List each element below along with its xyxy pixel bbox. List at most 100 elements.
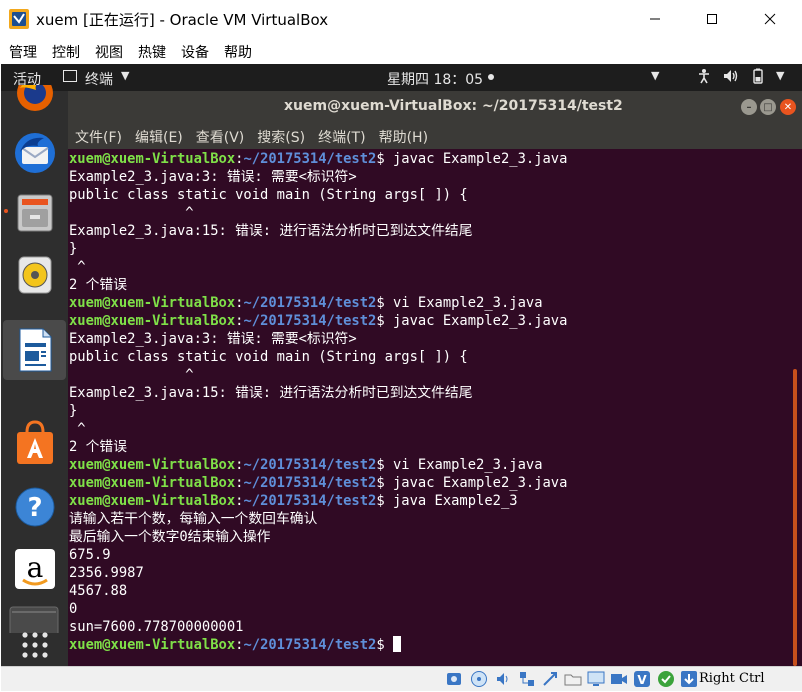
window-titlebar[interactable]: xuem [正在运行] - Oracle VM VirtualBox	[0, 0, 802, 38]
prompt-path: ~/20175314/test2	[243, 493, 377, 509]
sound-icon[interactable]	[722, 68, 740, 88]
app-menu-label[interactable]: 终端	[85, 69, 113, 89]
prompt-symbol: $	[376, 637, 393, 653]
prompt-path: ~/20175314/test2	[243, 475, 377, 491]
terminal-output-line: }	[69, 402, 567, 420]
terminal-app-icon	[63, 70, 77, 82]
menu-help[interactable]: 帮助	[224, 38, 252, 64]
files-icon[interactable]	[9, 187, 61, 239]
prompt-command: vi Example2_3.java	[392, 457, 543, 473]
output-text: ^	[69, 367, 194, 383]
chevron-down-icon[interactable]: ▼	[651, 69, 659, 82]
audio-icon[interactable]	[494, 670, 512, 688]
terminal-output-line: 0	[69, 600, 567, 618]
prompt-command: javac Example2_3.java	[392, 475, 568, 491]
terminal-output-line: 2 个错误	[69, 438, 567, 456]
terminal-menu-file[interactable]: 文件(F)	[75, 121, 122, 149]
usb-icon[interactable]	[541, 670, 559, 688]
terminal-prompt-line: xuem@xuem-VirtualBox:~/20175314/test2$ j…	[69, 492, 567, 510]
clock[interactable]: 星期四 18：05	[387, 69, 483, 89]
prompt-user: xuem@xuem-VirtualBox	[69, 493, 236, 509]
svg-text:V: V	[637, 673, 647, 687]
terminal-scrollbar[interactable]	[793, 369, 797, 666]
menu-devices[interactable]: 设备	[181, 38, 209, 64]
terminal-menu-terminal[interactable]: 终端(T)	[318, 121, 365, 149]
chevron-down-icon[interactable]: ▼	[776, 69, 784, 82]
output-text: 2 个错误	[69, 277, 128, 293]
terminal-menu-edit[interactable]: 编辑(E)	[135, 121, 183, 149]
window-title: xuem [正在运行] - Oracle VM VirtualBox	[36, 11, 329, 29]
prompt-user: xuem@xuem-VirtualBox	[69, 295, 236, 311]
terminal-output-line: sun=7600.778700000001	[69, 618, 567, 636]
output-text: Example2_3.java:15: 错误: 进行语法分析时已到达文件结尾	[69, 223, 473, 239]
chevron-down-icon[interactable]: ▼	[121, 69, 129, 82]
prompt-user: xuem@xuem-VirtualBox	[69, 457, 236, 473]
terminal-lines: xuem@xuem-VirtualBox:~/20175314/test2$ j…	[69, 150, 567, 654]
thunderbird-icon[interactable]	[9, 127, 61, 179]
output-text: public class static void main (String ar…	[69, 187, 468, 203]
minimize-icon: –	[746, 101, 752, 113]
accessibility-icon[interactable]	[696, 68, 712, 88]
prompt-user: xuem@xuem-VirtualBox	[69, 313, 236, 329]
terminal-menu-view[interactable]: 查看(V)	[196, 121, 245, 149]
hard-disk-icon[interactable]	[445, 670, 463, 688]
output-text: }	[69, 241, 78, 257]
menu-view[interactable]: 视图	[95, 38, 123, 64]
prompt-symbol: $	[376, 295, 393, 311]
shared-folder-icon[interactable]	[564, 670, 582, 688]
terminal-menu-help[interactable]: 帮助(H)	[379, 121, 428, 149]
prompt-symbol: $	[376, 457, 393, 473]
prompt-command: javac Example2_3.java	[392, 151, 568, 167]
power-icon[interactable]	[751, 68, 765, 88]
minimize-button[interactable]	[627, 0, 683, 38]
running-indicator	[4, 209, 8, 213]
amazon-icon[interactable]: a	[9, 543, 61, 595]
firefox-icon[interactable]	[9, 85, 61, 117]
display-icon[interactable]	[587, 670, 605, 688]
terminal-maximize-button[interactable]: □	[760, 99, 776, 115]
terminal-prompt-line: xuem@xuem-VirtualBox:~/20175314/test2$	[69, 636, 567, 654]
prompt-symbol: $	[376, 493, 393, 509]
terminal-prompt-line: xuem@xuem-VirtualBox:~/20175314/test2$ j…	[69, 312, 567, 330]
output-text: sun=7600.778700000001	[69, 619, 244, 635]
maximize-icon	[707, 14, 717, 24]
menu-hotkeys[interactable]: 热键	[138, 38, 166, 64]
optical-drive-icon[interactable]	[470, 670, 488, 688]
help-icon[interactable]: ?	[9, 481, 61, 533]
output-text: ^	[69, 259, 86, 275]
output-text: 675.9	[69, 547, 111, 563]
menu-manage[interactable]: 管理	[9, 38, 37, 64]
close-button[interactable]	[742, 0, 798, 38]
prompt-symbol: $	[376, 475, 393, 491]
video-capture-icon[interactable]	[610, 670, 628, 688]
rhythmbox-icon[interactable]	[9, 249, 61, 301]
ubuntu-topbar: 活动 终端 ▼ 星期四 18：05 ▼ ▼	[1, 64, 802, 91]
maximize-button[interactable]	[684, 0, 740, 38]
guest-screen[interactable]: 活动 终端 ▼ 星期四 18：05 ▼ ▼ ? a xuem@xuem-Virt…	[1, 64, 802, 690]
output-text: ^	[69, 421, 86, 437]
mouse-integration-icon[interactable]	[657, 670, 675, 688]
virtualbox-app-icon	[8, 8, 30, 30]
virtualization-icon[interactable]: V	[633, 670, 651, 688]
terminal-output-line: Example2_3.java:15: 错误: 进行语法分析时已到达文件结尾	[69, 222, 567, 240]
terminal-close-button[interactable]: ✕	[780, 99, 796, 115]
minimize-icon	[650, 18, 660, 20]
network-icon[interactable]	[518, 670, 536, 688]
output-text: public class static void main (String ar…	[69, 349, 468, 365]
terminal-menu-search[interactable]: 搜索(S)	[257, 121, 305, 149]
keyboard-capture-icon[interactable]	[680, 670, 698, 688]
terminal-output-line: 2 个错误	[69, 276, 567, 294]
prompt-symbol: $	[376, 313, 393, 329]
svg-text:?: ?	[27, 493, 42, 523]
software-center-icon[interactable]	[9, 417, 61, 469]
menu-control[interactable]: 控制	[52, 38, 80, 64]
terminal-output-line: ^	[69, 204, 567, 222]
terminal-titlebar[interactable]: xuem@xuem-VirtualBox: ~/20175314/test2 –…	[68, 91, 802, 121]
terminal-output-line: ^	[69, 258, 567, 276]
prompt-command: vi Example2_3.java	[392, 295, 543, 311]
libreoffice-writer-icon[interactable]	[9, 324, 61, 376]
terminal-output-line: Example2_3.java:15: 错误: 进行语法分析时已到达文件结尾	[69, 384, 567, 402]
ubuntu-dock: ? a	[1, 85, 68, 690]
terminal-output[interactable]: xuem@xuem-VirtualBox:~/20175314/test2$ j…	[68, 149, 802, 666]
terminal-minimize-button[interactable]: –	[741, 99, 757, 115]
